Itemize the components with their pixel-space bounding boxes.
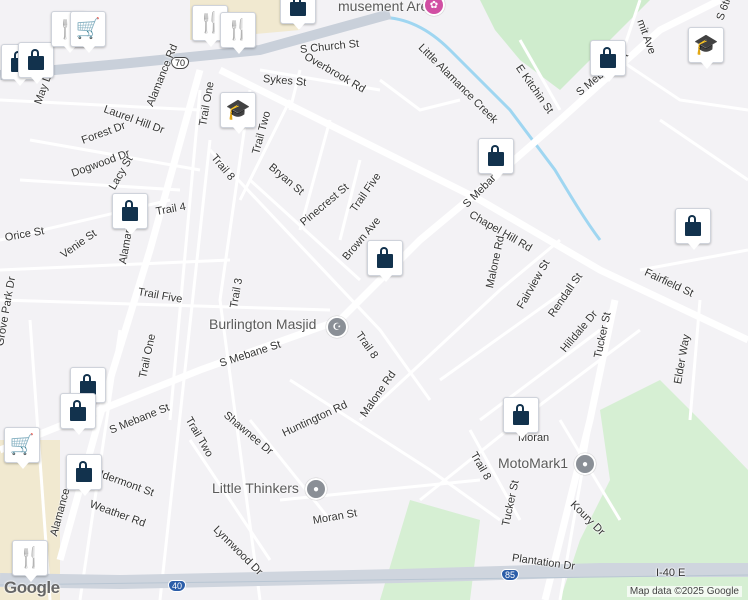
school-icon[interactable]: 🎓 [688,27,724,69]
map-canvas[interactable]: 70 40 85 S Church St Sykes St Overbrook Rd… [0,0,748,600]
park-area [380,500,480,600]
poi-motomark1-label[interactable]: MotoMark1 [498,455,568,471]
mosque-icon[interactable]: ☪ [326,316,348,338]
shopping-bag-icon[interactable] [112,193,148,235]
poi-amusement-area-label[interactable]: musement Area [338,0,436,14]
shopping-bag-icon[interactable] [478,138,514,180]
shopping-bag-icon[interactable] [590,40,626,82]
poi-little-thinkers-label[interactable]: Little Thinkers [212,480,299,496]
shopping-bag-icon[interactable] [66,454,102,496]
road-label: I-40 E [656,567,686,579]
restaurant-icon[interactable]: 🍴 [12,540,48,582]
shopping-cart-icon[interactable]: 🛒 [4,427,40,469]
shopping-bag-icon[interactable] [675,208,711,250]
shopping-bag-icon[interactable] [18,42,54,84]
i85-shield-icon: 85 [501,569,520,581]
school-icon[interactable]: 🎓 [220,92,256,134]
shopping-cart-icon[interactable]: 🛒 [70,11,106,53]
google-logo: Google [4,578,60,597]
shopping-bag-icon[interactable] [60,393,96,435]
place-marker-icon[interactable]: ● [574,453,596,475]
i40-shield-icon: 40 [168,580,187,592]
map-attribution: Map data ©2025 Google [626,586,742,597]
poi-burlington-masjid-label[interactable]: Burlington Masjid [209,316,316,332]
shopping-bag-icon[interactable] [503,397,539,439]
place-marker-icon[interactable]: ● [305,478,327,500]
shopping-bag-icon[interactable] [280,0,316,30]
restaurant-icon[interactable]: 🍴 [220,12,256,54]
shopping-bag-icon[interactable] [367,240,403,282]
